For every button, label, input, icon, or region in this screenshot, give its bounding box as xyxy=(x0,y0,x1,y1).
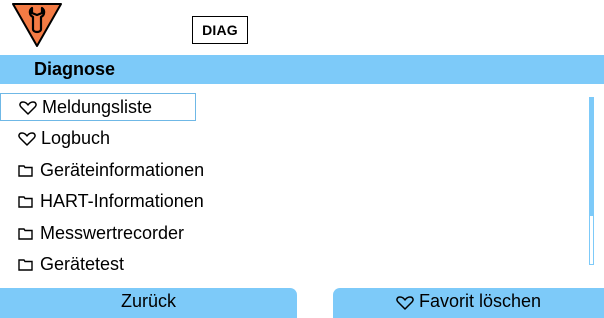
delete-favorite-button[interactable]: Favorit löschen xyxy=(333,288,604,318)
maintenance-warning-icon xyxy=(12,3,62,47)
scrollbar-thumb[interactable] xyxy=(590,98,593,216)
menu-item-logbuch[interactable]: Logbuch xyxy=(0,124,110,152)
back-button-label: Zurück xyxy=(120,291,176,311)
menu-item-label: Geräteinformationen xyxy=(40,159,205,180)
folder-icon xyxy=(18,195,33,208)
delete-favorite-label: Favorit löschen xyxy=(418,291,542,311)
back-button[interactable]: Zurück xyxy=(0,288,297,318)
menu-item-hart-informationen[interactable]: HART-Informationen xyxy=(0,187,204,215)
menu-item-label: Gerätetest xyxy=(40,253,125,274)
menu-item-messwertrecorder[interactable]: Messwertrecorder xyxy=(0,219,184,247)
menu-item-label: Messwertrecorder xyxy=(40,222,185,243)
folder-icon xyxy=(18,164,33,177)
folder-icon xyxy=(18,258,33,271)
menu-item-geraeteinformationen[interactable]: Geräteinformationen xyxy=(0,156,204,184)
heart-icon xyxy=(19,101,37,115)
menu-item-label: Logbuch xyxy=(41,127,111,148)
title-bar: Diagnose xyxy=(0,55,604,84)
top-status-bar: DIAG xyxy=(0,0,604,55)
menu-item-geraetetest[interactable]: Gerätetest xyxy=(0,250,124,278)
heart-icon xyxy=(396,296,414,310)
menu-item-label: HART-Informationen xyxy=(40,190,204,211)
diag-badge: DIAG xyxy=(192,16,248,44)
heart-icon xyxy=(18,132,36,146)
menu-item-label: Meldungsliste xyxy=(42,96,153,117)
folder-icon xyxy=(18,227,33,240)
menu-item-meldungsliste[interactable]: Meldungsliste xyxy=(0,93,196,121)
page-title: Diagnose xyxy=(34,59,116,79)
scrollbar[interactable] xyxy=(589,97,594,265)
